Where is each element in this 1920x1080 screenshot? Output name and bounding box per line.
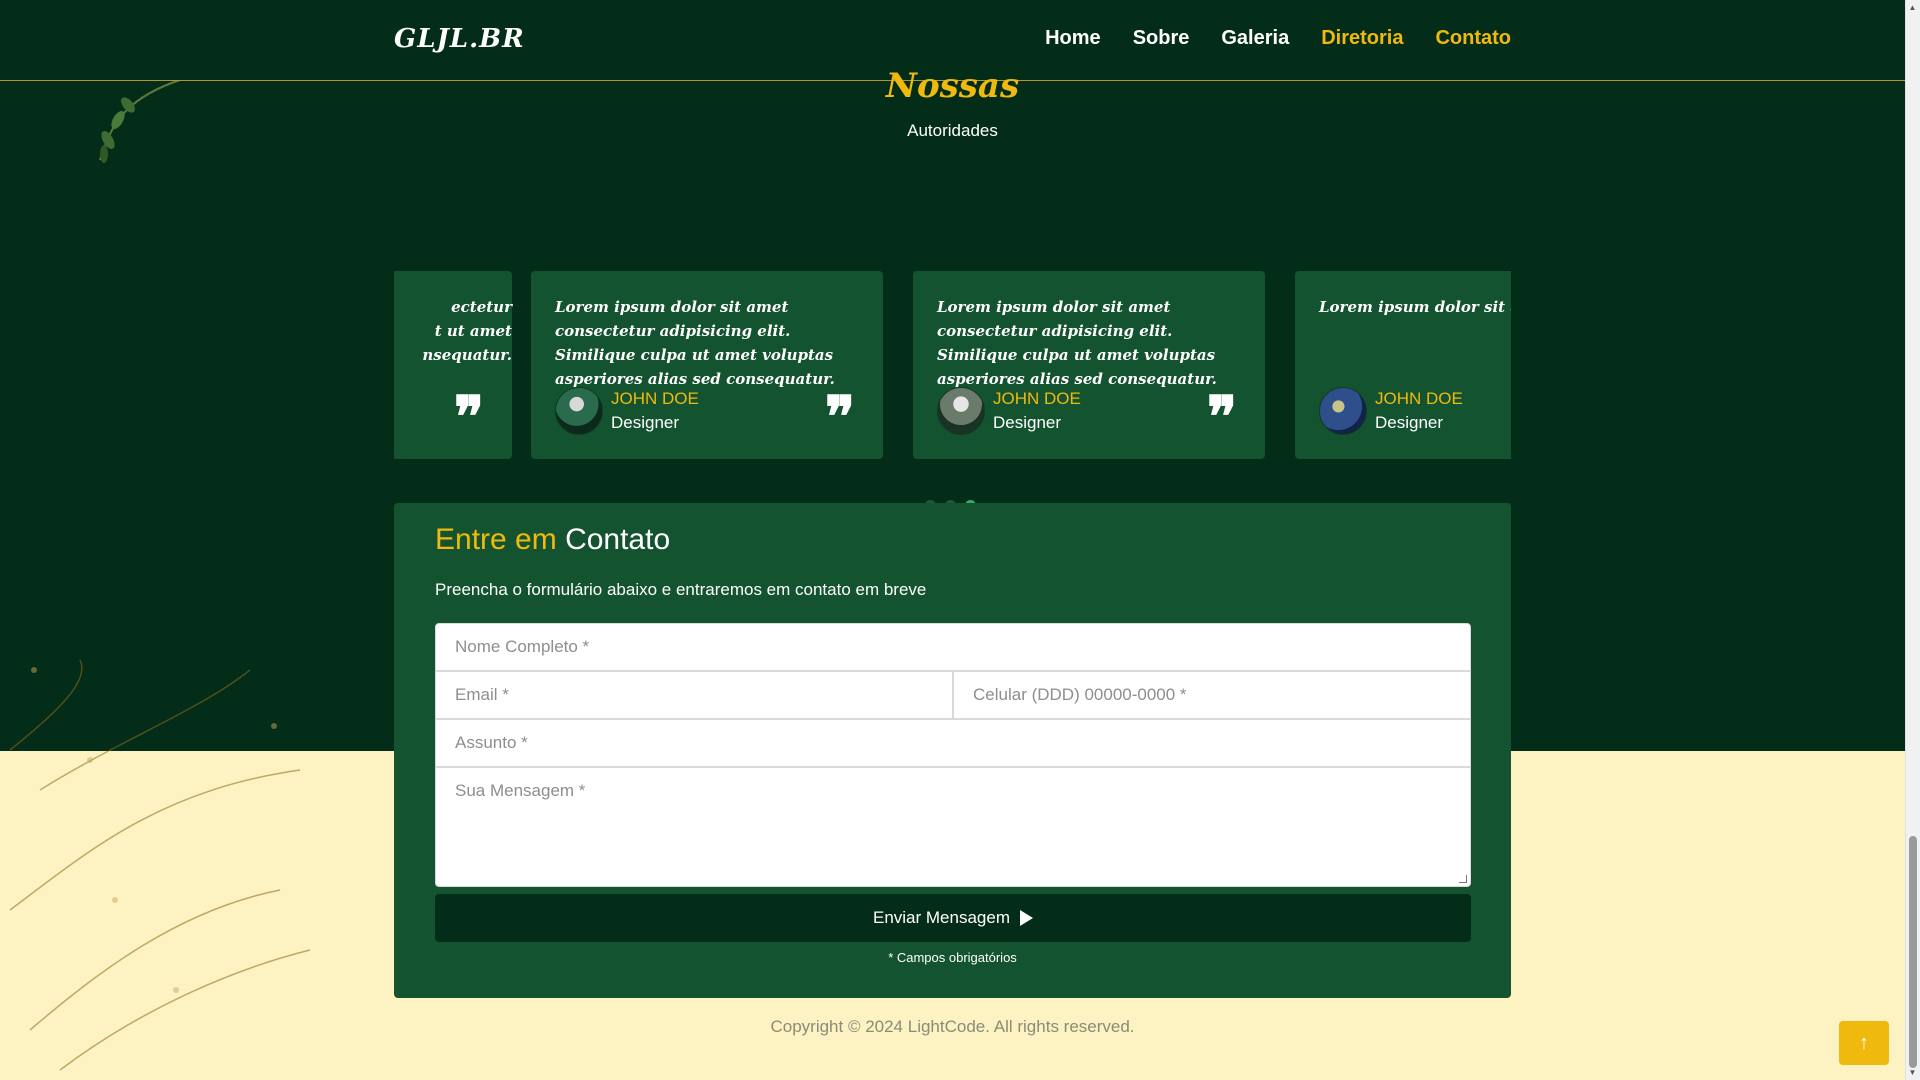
quote-icon: ❞ bbox=[1206, 384, 1237, 450]
avatar bbox=[1319, 387, 1367, 435]
testimonial-quote: Lorem ipsum dolor sit amet consectetur a… bbox=[1319, 298, 1511, 316]
author-role: Designer bbox=[1375, 413, 1444, 432]
avatar bbox=[555, 387, 603, 435]
send-message-button[interactable]: Enviar Mensagem bbox=[435, 894, 1471, 942]
arrow-up-icon: ↑ bbox=[1859, 1032, 1869, 1054]
subject-field[interactable]: Assunto * bbox=[435, 719, 1471, 767]
nav-link-galeria[interactable]: Galeria bbox=[1221, 27, 1289, 50]
author-name: JOHN DOE bbox=[993, 389, 1081, 408]
testimonial-card-partial: ectetur t ut amet nsequatur. ❞ bbox=[394, 271, 512, 459]
testimonial-card: Lorem ipsum dolor sit amet consectetur a… bbox=[913, 271, 1265, 459]
phone-placeholder: Celular (DDD) 00000-0000 * bbox=[973, 685, 1187, 704]
phone-field[interactable]: Celular (DDD) 00000-0000 * bbox=[953, 671, 1471, 719]
testimonial-carousel[interactable]: ectetur t ut amet nsequatur. ❞ Lorem ips… bbox=[394, 271, 1511, 459]
testimonial-card: Lorem ipsum dolor sit amet consectetur a… bbox=[1295, 271, 1511, 459]
nav-menu: Home Sobre Galeria Diretoria Contato bbox=[1045, 27, 1511, 50]
contact-form-card: Entre em Contato Preencha o formulário a… bbox=[394, 503, 1511, 998]
quote-icon: ❞ bbox=[824, 384, 855, 450]
send-arrow-icon bbox=[1020, 910, 1033, 926]
testimonial-quote: Lorem ipsum dolor sit amet consectetur a… bbox=[555, 298, 835, 388]
testimonial-author: JOHN DOE Designer bbox=[1319, 387, 1463, 435]
resize-handle-icon[interactable] bbox=[1459, 875, 1467, 883]
contact-title-part2: Contato bbox=[565, 523, 671, 556]
contact-title: Entre em Contato bbox=[435, 523, 670, 557]
scroll-up-arrow-icon[interactable]: ▲ bbox=[1908, 3, 1917, 12]
message-textarea[interactable]: Sua Mensagem * bbox=[435, 767, 1471, 887]
email-placeholder: Email * bbox=[455, 685, 509, 704]
testimonial-author: JOHN DOE Designer bbox=[555, 387, 699, 435]
nav-link-diretoria[interactable]: Diretoria bbox=[1321, 27, 1403, 50]
nav-link-home[interactable]: Home bbox=[1045, 27, 1101, 50]
testimonial-quote: ectetur t ut amet nsequatur. bbox=[422, 298, 512, 364]
page: GLJL.BR Home Sobre Galeria Diretoria Con… bbox=[0, 0, 1905, 1080]
name-field[interactable]: Nome Completo * bbox=[435, 623, 1471, 671]
author-role: Designer bbox=[993, 413, 1062, 432]
author-role: Designer bbox=[611, 413, 680, 432]
contact-description: Preencha o formulário abaixo e entraremo… bbox=[435, 580, 927, 599]
author-name: JOHN DOE bbox=[611, 389, 699, 408]
nav-link-sobre[interactable]: Sobre bbox=[1133, 27, 1190, 50]
author-name: JOHN DOE bbox=[1375, 389, 1463, 408]
scrollbar-thumb[interactable] bbox=[1909, 836, 1917, 1068]
page-scrollbar[interactable]: ▲ ▼ bbox=[1905, 0, 1920, 1080]
authorities-subtitle: Autoridades bbox=[907, 121, 998, 140]
testimonial-card: Lorem ipsum dolor sit amet consectetur a… bbox=[531, 271, 883, 459]
authorities-title: Nossas bbox=[885, 66, 1020, 106]
send-message-label: Enviar Mensagem bbox=[872, 908, 1010, 927]
brand-logo[interactable]: GLJL.BR bbox=[394, 24, 525, 54]
required-fields-note: * Campos obrigatórios bbox=[888, 950, 1017, 965]
scroll-down-arrow-icon[interactable]: ▼ bbox=[1908, 1068, 1917, 1077]
message-placeholder: Sua Mensagem * bbox=[455, 781, 586, 800]
testimonial-author: JOHN DOE Designer bbox=[937, 387, 1081, 435]
contact-title-part1: Entre em bbox=[435, 523, 557, 556]
email-field[interactable]: Email * bbox=[435, 671, 953, 719]
leaf-decoration-left bbox=[9, 659, 311, 1071]
back-to-top-button[interactable]: ↑ bbox=[1839, 1021, 1889, 1065]
name-placeholder: Nome Completo * bbox=[455, 637, 590, 656]
avatar bbox=[937, 387, 985, 435]
nav-link-contato[interactable]: Contato bbox=[1435, 27, 1511, 50]
subject-placeholder: Assunto * bbox=[455, 733, 528, 752]
footer-copyright: Copyright © 2024 LightCode. All rights r… bbox=[770, 1017, 1135, 1036]
quote-icon: ❞ bbox=[453, 384, 484, 450]
testimonial-quote: Lorem ipsum dolor sit amet consectetur a… bbox=[937, 298, 1217, 388]
